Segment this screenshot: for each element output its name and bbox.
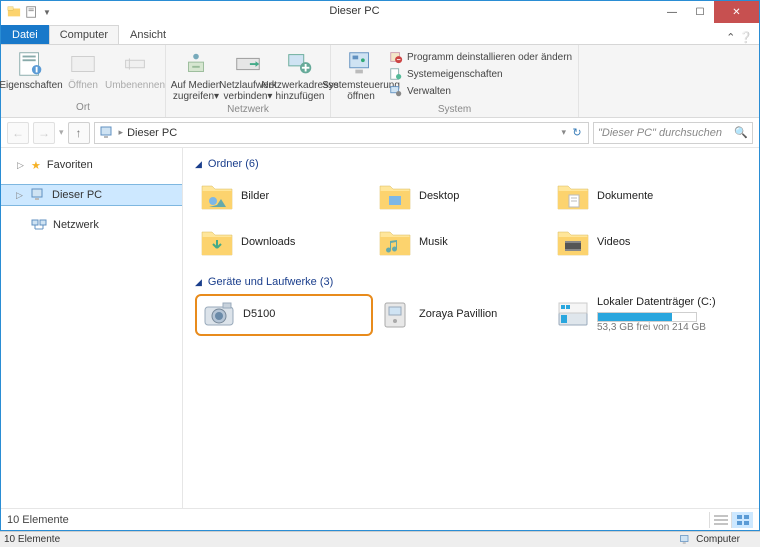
tab-view[interactable]: Ansicht [119, 25, 177, 44]
content-pane: ◢Ordner (6) Bilder Desktop Dokumente [183, 148, 759, 508]
drives-tiles: D5100 Zoraya Pavillion Lokaler Datenträg… [195, 294, 747, 336]
folder-tile-bilder[interactable]: Bilder [195, 176, 373, 218]
folder-icon [199, 225, 235, 261]
drive-tile-pavillion[interactable]: Zoraya Pavillion [373, 294, 551, 336]
folder-icon [555, 225, 591, 261]
item-count: 10 Elemente [7, 514, 69, 526]
system-taskbar: 10 Elemente Computer [0, 531, 760, 547]
qat-dropdown-icon[interactable]: ▼ [43, 8, 51, 17]
camera-icon [201, 297, 237, 333]
rename-button: Umbenennen [109, 47, 161, 91]
sidebar-item-network[interactable]: ▷ Netzwerk [1, 214, 182, 236]
capacity-bar [597, 312, 697, 322]
folder-icon [199, 179, 235, 215]
details-view-button[interactable] [709, 512, 731, 528]
navigation-pane: ▷ ★ Favoriten ▷ Dieser PC ▷ Netzwerk [1, 148, 183, 508]
drive-tile-d5100[interactable]: D5100 [195, 294, 373, 336]
tab-file[interactable]: Datei [1, 25, 49, 44]
folder-tile-musik[interactable]: Musik [373, 222, 551, 264]
quick-access-toolbar: ▼ [1, 1, 51, 23]
system-properties-button[interactable]: Systemeigenschaften [387, 66, 574, 82]
body: ▷ ★ Favoriten ▷ Dieser PC ▷ Netzwerk ◢Or… [1, 148, 759, 508]
add-network-location-button[interactable]: Netzwerkadresse hinzufügen [274, 47, 326, 102]
recent-locations-icon[interactable]: ▾ [59, 127, 64, 138]
folder-tile-dokumente[interactable]: Dokumente [551, 176, 729, 218]
this-pc-icon [678, 534, 692, 546]
ribbon-tabs: Datei Computer Ansicht ⌃ ❔ [1, 23, 759, 45]
drive-tile-cdrive[interactable]: Lokaler Datenträger (C:) 53,3 GB frei vo… [551, 294, 729, 336]
taskbar-label: Computer [696, 534, 740, 545]
manage-button[interactable]: Verwalten [387, 83, 574, 99]
status-bar: 10 Elemente [1, 508, 759, 530]
hdd-icon [555, 297, 591, 333]
refresh-button[interactable]: ↻ [570, 126, 584, 139]
sidebar-item-this-pc[interactable]: ▷ Dieser PC [1, 184, 182, 206]
up-button[interactable]: ↑ [68, 122, 90, 144]
disclose-icon[interactable]: ▷ [16, 190, 24, 201]
control-panel-button[interactable]: Systemsteuerung öffnen [335, 47, 387, 102]
folder-icon [377, 179, 413, 215]
group-header-folders[interactable]: ◢Ordner (6) [195, 158, 747, 170]
this-pc-icon [99, 125, 115, 141]
navigation-bar: ← → ▾ ↑ ▸ Dieser PC ▾ ↻ "Dieser PC" durc… [1, 118, 759, 148]
properties-button[interactable]: Eigenschaften [5, 47, 57, 91]
search-icon: 🔍 [734, 126, 748, 139]
minimize-button[interactable]: — [658, 1, 686, 23]
tab-computer[interactable]: Computer [49, 25, 119, 44]
close-button[interactable]: ✕ [714, 1, 759, 23]
ribbon: Eigenschaften Öffnen Umbenennen Ort Auf … [1, 45, 759, 118]
device-icon [377, 297, 413, 333]
back-button[interactable]: ← [7, 122, 29, 144]
group-label-system: System [438, 102, 471, 117]
titlebar: ▼ Dieser PC — ☐ ✕ [1, 1, 759, 23]
this-pc-icon [30, 187, 46, 203]
disclose-icon[interactable]: ▷ [17, 160, 25, 171]
media-access-button[interactable]: Auf Medien zugreifen▾ [170, 47, 222, 102]
ribbon-collapse-icon[interactable]: ⌃ [726, 31, 735, 44]
uninstall-program-button[interactable]: Programm deinstallieren oder ändern [387, 49, 574, 65]
group-label-location: Ort [76, 100, 90, 115]
help-icon[interactable]: ❔ [739, 31, 753, 44]
tiles-view-button[interactable] [731, 512, 753, 528]
maximize-button[interactable]: ☐ [686, 1, 714, 23]
folder-tile-downloads[interactable]: Downloads [195, 222, 373, 264]
search-input[interactable]: "Dieser PC" durchsuchen 🔍 [593, 122, 753, 144]
star-icon: ★ [31, 159, 41, 172]
address-bar[interactable]: ▸ Dieser PC ▾ ↻ [94, 122, 589, 144]
network-icon [31, 217, 47, 233]
address-dropdown-icon[interactable]: ▾ [561, 127, 566, 138]
open-button: Öffnen [57, 47, 109, 91]
window-title: Dieser PC [51, 1, 658, 23]
group-header-drives[interactable]: ◢Geräte und Laufwerke (3) [195, 276, 747, 288]
sidebar-item-favorites[interactable]: ▷ ★ Favoriten [1, 154, 182, 176]
breadcrumb-item[interactable]: Dieser PC [127, 127, 177, 139]
folder-tile-desktop[interactable]: Desktop [373, 176, 551, 218]
forward-button[interactable]: → [33, 122, 55, 144]
app-icon [7, 5, 21, 19]
folder-icon [377, 225, 413, 261]
folder-tile-videos[interactable]: Videos [551, 222, 729, 264]
properties-icon[interactable] [25, 5, 39, 19]
explorer-window: ▼ Dieser PC — ☐ ✕ Datei Computer Ansicht… [0, 0, 760, 531]
folder-icon [555, 179, 591, 215]
window-controls: — ☐ ✕ [658, 1, 759, 23]
group-label-network: Netzwerk [227, 102, 269, 117]
taskbar-status: 10 Elemente [4, 534, 60, 545]
folders-tiles: Bilder Desktop Dokumente Downloads Musik [195, 176, 747, 264]
